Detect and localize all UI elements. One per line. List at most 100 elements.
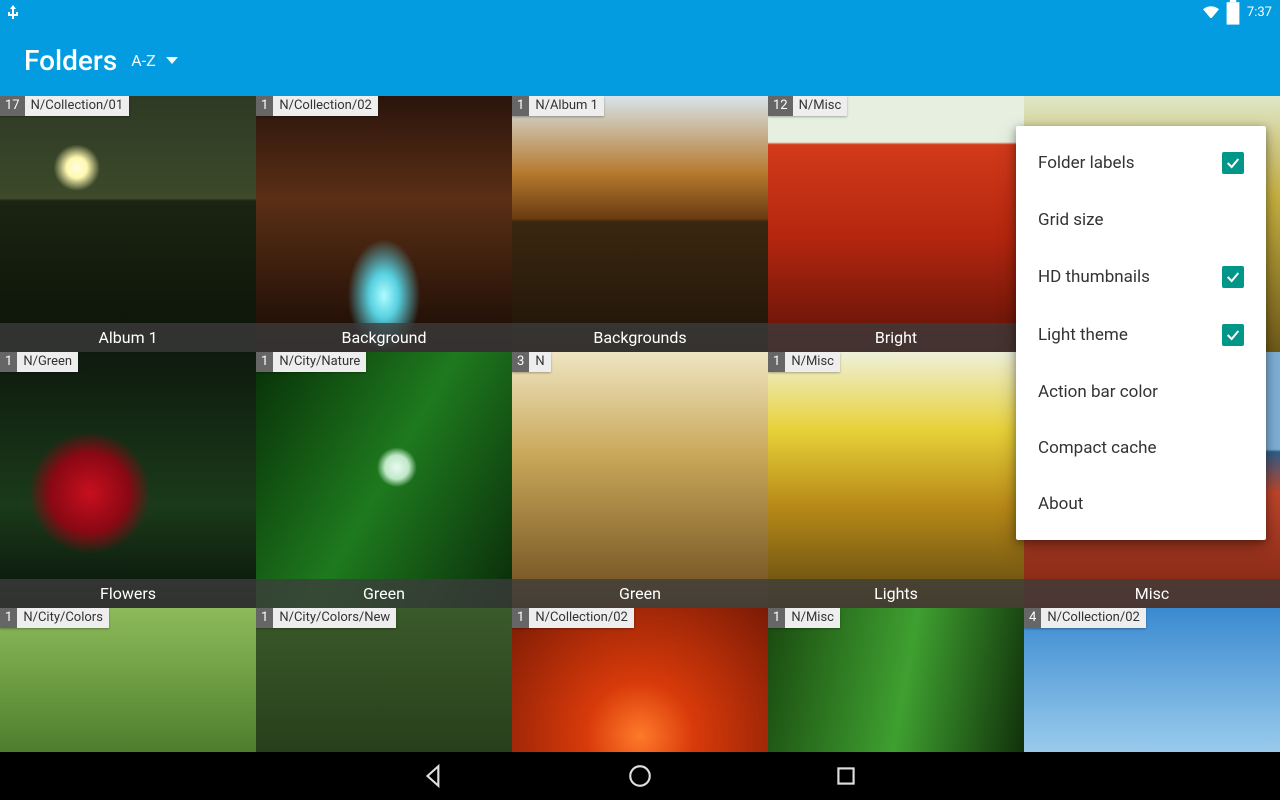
folder-path: N/City/Colors: [17, 608, 109, 628]
menu-item-label: Compact cache: [1038, 438, 1157, 458]
folder-path: N/Misc: [793, 96, 848, 116]
folder-thumbnail: [768, 608, 1024, 752]
folder-thumbnail: [0, 96, 256, 352]
folder-badge: 1N/Collection/02: [512, 608, 634, 628]
android-nav-bar: [0, 752, 1280, 800]
menu-item[interactable]: About: [1016, 476, 1266, 532]
folder-badge: 1N/City/Colors/New: [256, 608, 396, 628]
folder-thumbnail: [512, 96, 768, 352]
checkbox-icon[interactable]: [1222, 266, 1244, 288]
folder-count: 3: [512, 352, 529, 372]
folder-thumbnail: [512, 352, 768, 608]
folder-label: Album 1: [0, 323, 256, 352]
folder-badge: 1N/Collection/02: [256, 96, 378, 116]
folder-tile[interactable]: 4N/Collection/02: [1024, 608, 1280, 752]
folder-label: Background: [256, 323, 512, 352]
folder-count: 1: [0, 352, 17, 372]
folder-path: N/Misc: [785, 352, 840, 372]
folder-tile[interactable]: 12N/Misc Bright: [768, 96, 1024, 352]
folder-badge: 1N/Album 1: [512, 96, 604, 116]
page-title: Folders: [24, 44, 117, 77]
folder-thumbnail: [256, 96, 512, 352]
folder-tile[interactable]: 3N Green: [512, 352, 768, 608]
folder-badge: 12N/Misc: [768, 96, 847, 116]
back-button[interactable]: [421, 763, 447, 789]
menu-item-label: Grid size: [1038, 210, 1104, 230]
folder-count: 1: [256, 96, 273, 116]
folder-thumbnail: [0, 608, 256, 752]
folder-thumbnail: [768, 352, 1024, 608]
menu-item[interactable]: HD thumbnails: [1016, 248, 1266, 306]
recents-button[interactable]: [833, 763, 859, 789]
folder-label: Green: [512, 579, 768, 608]
menu-item-label: About: [1038, 494, 1083, 514]
usb-icon: [8, 5, 18, 19]
folder-thumbnail: [1024, 608, 1280, 752]
status-time: 7:37: [1247, 5, 1272, 20]
folder-badge: 1N/City/Colors: [0, 608, 109, 628]
folder-tile[interactable]: 1N/Collection/02: [512, 608, 768, 752]
battery-icon: [1225, 5, 1241, 19]
folder-path: N/Misc: [785, 608, 840, 628]
folder-tile[interactable]: 1N/Misc: [768, 608, 1024, 752]
folder-label: Misc: [1024, 579, 1280, 608]
folder-tile[interactable]: 1N/City/Colors/New: [256, 608, 512, 752]
folder-path: N/City/Nature: [273, 352, 366, 372]
folder-count: 1: [0, 608, 17, 628]
folder-thumbnail: [768, 96, 1024, 352]
chevron-down-icon: [166, 57, 178, 64]
folder-path: N/Collection/02: [529, 608, 634, 628]
sort-label: A-Z: [131, 51, 155, 70]
folder-tile[interactable]: 1N/MiscLights: [768, 352, 1024, 608]
folder-count: 1: [256, 608, 273, 628]
folder-count: 12: [768, 96, 793, 116]
menu-item-label: Folder labels: [1038, 153, 1134, 173]
menu-item-label: Action bar color: [1038, 382, 1158, 402]
folder-grid-viewport: 17N/Collection/01Album 11N/Collection/02…: [0, 96, 1280, 752]
folder-tile[interactable]: 1N/City/Colors: [0, 608, 256, 752]
folder-badge: 1N/Green: [0, 352, 78, 372]
folder-label: Bright: [768, 323, 1024, 352]
menu-item[interactable]: Compact cache: [1016, 420, 1266, 476]
menu-item[interactable]: Grid size: [1016, 192, 1266, 248]
folder-thumbnail: [0, 352, 256, 608]
folder-label: Green: [256, 579, 512, 608]
folder-tile[interactable]: 1N/Green Flowers: [0, 352, 256, 608]
sort-dropdown[interactable]: A-Z: [131, 51, 177, 70]
folder-thumbnail: [256, 608, 512, 752]
folder-label: Backgrounds: [512, 323, 768, 352]
folder-count: 4: [1024, 608, 1041, 628]
folder-path: N/Collection/02: [273, 96, 378, 116]
folder-count: 1: [256, 352, 273, 372]
folder-badge: 1N/Misc: [768, 352, 840, 372]
folder-tile[interactable]: 1N/Album 1 Backgrounds: [512, 96, 768, 352]
home-button[interactable]: [627, 763, 653, 789]
folder-label: Flowers: [0, 579, 256, 608]
folder-count: 1: [768, 608, 785, 628]
folder-path: N/Album 1: [529, 96, 604, 116]
menu-item[interactable]: Folder labels: [1016, 134, 1266, 192]
app-bar: Folders A-Z: [0, 24, 1280, 96]
folder-thumbnail: [512, 608, 768, 752]
folder-count: 1: [512, 96, 529, 116]
folder-tile[interactable]: 1N/Collection/02 Background: [256, 96, 512, 352]
menu-item[interactable]: Action bar color: [1016, 364, 1266, 420]
folder-badge: 1N/Misc: [768, 608, 840, 628]
wifi-icon: [1203, 5, 1219, 19]
folder-path: N/City/Colors/New: [273, 608, 396, 628]
menu-item[interactable]: Light theme: [1016, 306, 1266, 364]
checkbox-icon[interactable]: [1222, 152, 1244, 174]
status-bar: 7:37: [0, 0, 1280, 24]
folder-tile[interactable]: 1N/City/Nature Green: [256, 352, 512, 608]
folder-tile[interactable]: 17N/Collection/01Album 1: [0, 96, 256, 352]
folder-path: N/Collection/02: [1041, 608, 1146, 628]
folder-badge: 3N: [512, 352, 551, 372]
folder-path: N: [529, 352, 550, 372]
checkbox-icon[interactable]: [1222, 324, 1244, 346]
menu-item-label: HD thumbnails: [1038, 267, 1150, 287]
folder-count: 1: [512, 608, 529, 628]
folder-path: N/Green: [17, 352, 78, 372]
menu-item-label: Light theme: [1038, 325, 1128, 345]
folder-badge: 4N/Collection/02: [1024, 608, 1146, 628]
folder-thumbnail: [256, 352, 512, 608]
